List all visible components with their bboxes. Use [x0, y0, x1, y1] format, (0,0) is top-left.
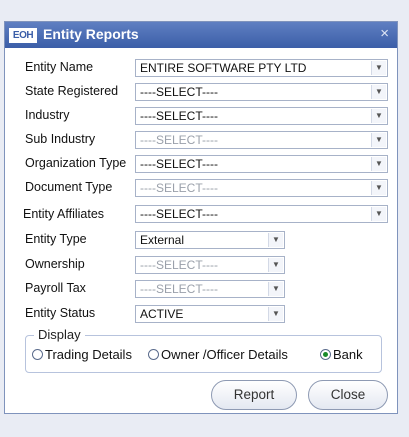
state-registered-value: ----SELECT---- — [140, 85, 218, 99]
industry-value: ----SELECT---- — [140, 109, 218, 123]
chevron-down-icon: ▼ — [371, 181, 386, 195]
radio-owner-officer-details[interactable]: Owner /Officer Details — [148, 347, 288, 362]
chevron-down-icon: ▼ — [268, 307, 283, 321]
radio-trading-details[interactable]: Trading Details — [32, 347, 132, 362]
entity-status-value: ACTIVE — [140, 307, 184, 321]
sub-industry-value: ----SELECT---- — [140, 133, 218, 147]
title-bar: EOH Entity Reports × — [5, 22, 397, 48]
document-type-value: ----SELECT---- — [140, 181, 218, 195]
dialog-title: Entity Reports — [43, 26, 139, 42]
entity-name-select[interactable]: ENTIRE SOFTWARE PTY LTD ▼ — [135, 59, 388, 77]
entity-name-label: Entity Name — [25, 60, 94, 74]
radio-label: Bank — [333, 347, 363, 362]
entity-affiliates-label: Entity Affiliates — [23, 207, 105, 221]
entity-status-label: Entity Status — [25, 306, 96, 320]
chevron-down-icon: ▼ — [268, 282, 283, 296]
chevron-down-icon: ▼ — [371, 157, 386, 171]
radio-label: Owner /Officer Details — [161, 347, 288, 362]
entity-type-label: Entity Type — [25, 232, 87, 246]
display-legend: Display — [34, 327, 85, 342]
organization-type-value: ----SELECT---- — [140, 157, 218, 171]
app-logo: EOH — [9, 28, 37, 43]
chevron-down-icon: ▼ — [371, 61, 386, 75]
entity-type-select[interactable]: External ▼ — [135, 231, 285, 249]
organization-type-select[interactable]: ----SELECT---- ▼ — [135, 155, 388, 173]
state-registered-select[interactable]: ----SELECT---- ▼ — [135, 83, 388, 101]
chevron-down-icon: ▼ — [371, 207, 386, 221]
sub-industry-label: Sub Industry — [25, 132, 96, 146]
payroll-tax-select[interactable]: ----SELECT---- ▼ — [135, 280, 285, 298]
chevron-down-icon: ▼ — [371, 85, 386, 99]
chevron-down-icon: ▼ — [268, 233, 283, 247]
radio-bank[interactable]: Bank — [320, 347, 363, 362]
payroll-tax-label: Payroll Tax — [25, 281, 86, 295]
payroll-tax-value: ----SELECT---- — [140, 282, 218, 296]
radio-label: Trading Details — [45, 347, 132, 362]
ownership-select[interactable]: ----SELECT---- ▼ — [135, 256, 285, 274]
close-button[interactable]: Close — [308, 380, 388, 410]
document-type-select[interactable]: ----SELECT---- ▼ — [135, 179, 388, 197]
industry-select[interactable]: ----SELECT---- ▼ — [135, 107, 388, 125]
entity-reports-dialog: EOH Entity Reports × Entity Name ENTIRE … — [4, 21, 398, 414]
industry-label: Industry — [25, 108, 70, 122]
radio-selected-icon — [320, 349, 331, 360]
entity-affiliates-value: ----SELECT---- — [140, 207, 218, 221]
chevron-down-icon: ▼ — [371, 109, 386, 123]
radio-icon — [32, 349, 43, 360]
chevron-down-icon: ▼ — [371, 133, 386, 147]
ownership-label: Ownership — [25, 257, 85, 271]
chevron-down-icon: ▼ — [268, 258, 283, 272]
ownership-value: ----SELECT---- — [140, 258, 218, 272]
state-registered-label: State Registered — [25, 84, 119, 98]
organization-type-label: Organization Type — [25, 156, 127, 170]
close-icon[interactable]: × — [380, 25, 389, 42]
sub-industry-select[interactable]: ----SELECT---- ▼ — [135, 131, 388, 149]
entity-status-select[interactable]: ACTIVE ▼ — [135, 305, 285, 323]
display-group: Display Trading Details Owner /Officer D… — [25, 327, 382, 373]
document-type-label: Document Type — [25, 180, 113, 194]
radio-icon — [148, 349, 159, 360]
entity-type-value: External — [140, 233, 185, 247]
entity-name-value: ENTIRE SOFTWARE PTY LTD — [140, 61, 307, 75]
entity-affiliates-select[interactable]: ----SELECT---- ▼ — [135, 205, 388, 223]
report-button[interactable]: Report — [211, 380, 297, 410]
